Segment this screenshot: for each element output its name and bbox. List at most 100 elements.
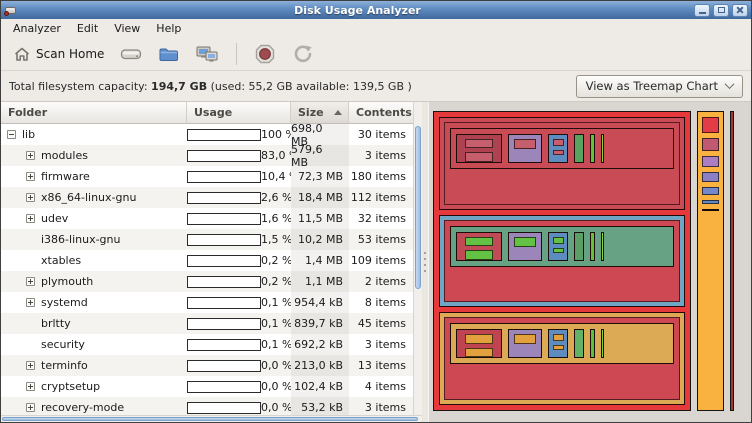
treemap-box-c[interactable] [548,232,568,261]
table-row[interactable]: firmware10,4 %72,3 MB180 items [1,166,413,187]
column-header-size[interactable]: Size [291,102,349,124]
treemap-bar[interactable] [601,134,604,163]
treemap-chart[interactable] [428,102,751,422]
table-row[interactable]: systemd0,1 %954,4 kB8 items [1,292,413,313]
treemap-bar[interactable] [601,232,604,261]
table-row[interactable]: plymouth0,2 %1,1 MB2 items [1,271,413,292]
treemap-box-b[interactable] [508,232,542,261]
table-row[interactable]: i386-linux-gnu1,5 %10,2 MB53 items [1,229,413,250]
column-header-usage[interactable]: Usage [187,102,291,124]
table-row[interactable]: brltty0,1 %839,7 kB45 items [1,313,413,334]
menu-item-edit[interactable]: Edit [69,20,106,37]
treemap-cell[interactable] [465,348,493,357]
menu-item-help[interactable]: Help [148,20,189,37]
menu-item-analyzer[interactable]: Analyzer [5,20,69,37]
expander-icon[interactable] [7,130,16,139]
expander-icon[interactable] [26,361,35,370]
scan-filesystem-button[interactable] [115,43,147,65]
treemap-strip-cell[interactable] [702,200,719,204]
expander-icon[interactable] [26,298,35,307]
scan-folder-button[interactable] [153,43,184,66]
treemap-cell[interactable] [553,345,564,350]
treemap-edge-strip[interactable] [730,111,734,411]
scan-remote-button[interactable] [190,42,224,66]
treemap-cell[interactable] [465,139,493,148]
table-row[interactable]: security0,1 %692,2 kB3 items [1,334,413,355]
expander-icon[interactable] [26,403,35,412]
treemap-cell[interactable] [553,237,564,244]
treemap-band-2[interactable] [439,215,685,308]
treemap-strip-cell[interactable] [702,209,719,211]
treemap-band-3[interactable] [439,312,685,405]
expander-icon[interactable] [26,172,35,181]
treemap-cell[interactable] [465,152,493,161]
close-button[interactable] [732,4,748,17]
treemap-cell[interactable] [553,334,564,341]
table-row[interactable]: x86_64-linux-gnu2,6 %18,4 MB112 items [1,187,413,208]
column-header-contents[interactable]: Contents [349,102,413,124]
treemap-box-a[interactable] [456,134,502,163]
treemap-cell[interactable] [465,250,493,259]
treemap-box-b[interactable] [508,134,542,163]
maximize-button[interactable] [713,4,729,17]
treemap-strip-cell[interactable] [702,117,719,133]
treemap-band-panel[interactable] [444,220,680,303]
treemap-bar[interactable] [590,134,595,163]
column-header-folder[interactable]: Folder [1,102,187,124]
table-row[interactable]: modules83,0 %579,6 MB3 items [1,145,413,166]
treemap-strip-cell[interactable] [702,172,719,182]
refresh-button[interactable] [287,40,319,68]
treemap-root-rect[interactable] [433,111,691,411]
treemap-items-row[interactable] [450,226,674,267]
expander-icon[interactable] [26,277,35,286]
expander-icon[interactable] [26,193,35,202]
treemap-band-panel[interactable] [444,122,680,205]
treemap-cell[interactable] [514,139,536,149]
treemap-bar[interactable] [574,134,584,163]
minimize-button[interactable] [694,4,710,17]
treemap-bar[interactable] [574,329,584,358]
vertical-scrollbar-thumb[interactable] [415,126,421,289]
horizontal-scrollbar[interactable] [1,415,422,422]
treemap-strip-cell[interactable] [702,187,719,195]
horizontal-scrollbar-thumb[interactable] [2,417,418,421]
table-row[interactable]: cryptsetup0,0 %102,4 kB4 items [1,376,413,397]
table-row[interactable]: recovery-mode0,0 %53,2 kB3 items [1,397,413,415]
treemap-side-strip[interactable] [697,111,724,411]
treemap-cell[interactable] [465,334,493,343]
expander-icon[interactable] [26,151,35,160]
treemap-box-a[interactable] [456,232,502,261]
treemap-cell[interactable] [553,139,564,146]
treemap-box-c[interactable] [548,329,568,358]
treemap-cell[interactable] [514,334,536,344]
treemap-cell[interactable] [465,237,493,246]
titlebar[interactable]: Disk Usage Analyzer [1,1,751,19]
treemap-items-row[interactable] [450,128,674,169]
treemap-cell[interactable] [553,248,564,253]
treemap-cell[interactable] [553,150,564,155]
treemap-box-c[interactable] [548,134,568,163]
treemap-band-panel[interactable] [444,317,680,400]
table-row[interactable]: lib100 %698,0 MB30 items [1,124,413,145]
treemap-band-1[interactable] [439,117,685,210]
treemap-items-row[interactable] [450,323,674,364]
expander-icon[interactable] [26,382,35,391]
stop-button[interactable] [249,40,281,68]
table-row[interactable]: terminfo0,0 %213,0 kB13 items [1,355,413,376]
view-as-dropdown[interactable]: View as Treemap Chart [576,75,743,98]
expander-icon[interactable] [26,214,35,223]
treemap-bar[interactable] [590,232,595,261]
treemap-bar[interactable] [601,329,604,358]
vertical-scrollbar[interactable] [413,102,422,415]
scan-home-button[interactable]: Scan Home [8,43,109,65]
table-row[interactable]: udev1,6 %11,5 MB32 items [1,208,413,229]
menu-item-view[interactable]: View [106,20,148,37]
treemap-bar[interactable] [590,329,595,358]
treemap-box-a[interactable] [456,329,502,358]
treemap-bar[interactable] [574,232,584,261]
treemap-box-b[interactable] [508,329,542,358]
treemap-strip-cell[interactable] [702,138,719,151]
treemap-cell[interactable] [514,237,536,247]
treemap-strip-cell[interactable] [702,156,719,167]
table-row[interactable]: xtables0,2 %1,4 MB109 items [1,250,413,271]
